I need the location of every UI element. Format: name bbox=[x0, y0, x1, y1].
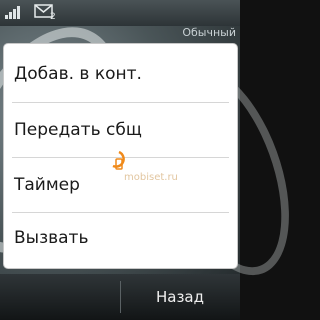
watermark-text: mobiset.ru bbox=[124, 172, 178, 183]
status-bar: 2 bbox=[0, 0, 240, 26]
menu-item-add-contact[interactable]: Добав. в конт. bbox=[4, 46, 237, 102]
menu-item-call[interactable]: Вызвать bbox=[4, 210, 237, 266]
profile-mode-text: Обычный bbox=[182, 26, 236, 39]
softkey-divider bbox=[120, 281, 121, 313]
message-count: 2 bbox=[50, 12, 56, 22]
back-button[interactable]: Назад bbox=[130, 286, 230, 308]
signal-icon bbox=[4, 4, 22, 20]
menu-item-label: Добав. в конт. bbox=[14, 64, 142, 84]
menu-item-label: Таймер bbox=[14, 175, 80, 195]
menu-item-label: Передать сбщ bbox=[14, 120, 142, 140]
menu-item-label: Вызвать bbox=[14, 228, 89, 248]
